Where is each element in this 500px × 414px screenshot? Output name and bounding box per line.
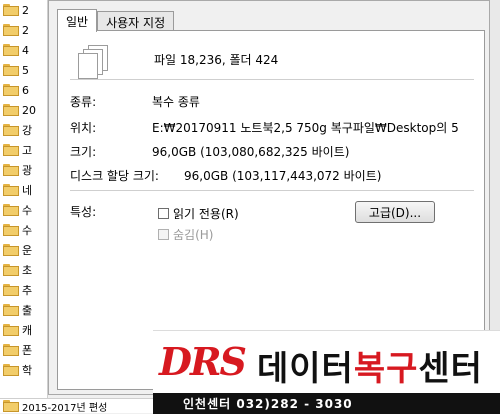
folder-icon <box>3 304 19 316</box>
type-row: 종류: 복수 종류 <box>70 93 200 110</box>
folder-label: 4 <box>22 43 29 57</box>
explorer-folder-item[interactable]: 4 <box>0 40 47 60</box>
explorer-folder-item[interactable]: 강 <box>0 120 47 140</box>
explorer-folder-item[interactable]: 네 <box>0 180 47 200</box>
bottom-file-label: 2015-2017년 편성 <box>22 402 108 414</box>
explorer-folder-item[interactable]: 2 <box>0 20 47 40</box>
explorer-folder-item[interactable]: 수 <box>0 220 47 240</box>
folder-label: 수 <box>22 204 33 217</box>
folder-label: 캐 <box>22 324 33 337</box>
brand-title: 데이터복구센터 <box>257 341 483 390</box>
folder-icon <box>3 84 19 96</box>
explorer-folder-list: 2 2 4 5 6 20 강 고 광 네 수 수 운 초 추 출 캐 폰 학 <box>0 0 48 413</box>
explorer-folder-item[interactable]: 초 <box>0 260 47 280</box>
readonly-checkbox[interactable] <box>158 208 169 219</box>
explorer-folder-item[interactable]: 수 <box>0 200 47 220</box>
disk-size-value: 96,0GB (103,117,443,072 바이트) <box>184 169 382 183</box>
attributes-label: 특성: <box>70 205 97 219</box>
brand-part-data: 데이터 <box>257 349 354 389</box>
brand-part-recovery: 복구 <box>353 349 419 389</box>
folder-label: 강 <box>22 124 33 137</box>
folder-label: 2 <box>22 3 29 17</box>
folder-icon <box>3 324 19 336</box>
size-row: 크기: 96,0GB (103,080,682,325 바이트) <box>70 143 349 160</box>
attributes-row: 특성: <box>70 203 152 220</box>
folder-icon <box>3 244 19 256</box>
file-count-summary: 파일 18,236, 폴더 424 <box>154 53 279 67</box>
location-label: 위치: <box>70 121 97 135</box>
folder-label: 네 <box>22 184 33 197</box>
explorer-folder-item[interactable]: 고 <box>0 140 47 160</box>
folder-icon <box>3 284 19 296</box>
folder-label: 폰 <box>22 344 33 357</box>
explorer-bottom-file[interactable]: 2015-2017년 편성 <box>0 398 160 414</box>
phone-bar: 인천센터 032)282 - 3030 <box>153 393 500 414</box>
folder-label: 수 <box>22 224 33 237</box>
size-label: 크기: <box>70 145 97 159</box>
explorer-folder-item[interactable]: 폰 <box>0 340 47 360</box>
watermark-banner: DRS 데이터복구센터 인천센터 032)282 - 3030 <box>153 330 500 414</box>
folder-icon <box>3 164 19 176</box>
folder-icon <box>3 184 19 196</box>
folder-label: 운 <box>22 244 33 257</box>
explorer-folder-item[interactable]: 출 <box>0 300 47 320</box>
folder-icon <box>3 104 19 116</box>
folder-label: 출 <box>22 304 33 317</box>
folder-label: 5 <box>22 63 29 77</box>
tab-customize[interactable]: 사용자 지정 <box>97 11 175 32</box>
drs-logo: DRS <box>159 339 247 384</box>
advanced-button[interactable]: 고급(D)... <box>355 201 435 223</box>
hidden-checkbox[interactable] <box>158 229 169 240</box>
disk-size-row: 디스크 할당 크기: 96,0GB (103,117,443,072 바이트) <box>70 167 381 184</box>
brand-part-center: 센터 <box>418 349 483 389</box>
folder-label: 추 <box>22 284 33 297</box>
multiple-files-icon <box>76 45 110 81</box>
folder-icon <box>3 344 19 356</box>
folder-icon <box>3 64 19 76</box>
explorer-folder-item[interactable]: 운 <box>0 240 47 260</box>
hidden-label: 숨김(H) <box>173 228 214 242</box>
hidden-checkbox-row[interactable]: 숨김(H) <box>158 226 213 243</box>
readonly-checkbox-row[interactable]: 읽기 전용(R) <box>158 205 239 222</box>
folder-icon <box>3 24 19 36</box>
explorer-folder-item[interactable]: 6 <box>0 80 47 100</box>
explorer-folder-item[interactable]: 광 <box>0 160 47 180</box>
folder-label: 2 <box>22 23 29 37</box>
folder-icon <box>3 4 19 16</box>
location-row: 위치: E:₩20170911 노트북2,5 750g 복구파일₩Desktop의… <box>70 119 459 136</box>
type-label: 종류: <box>70 95 97 109</box>
explorer-folder-item[interactable]: 캐 <box>0 320 47 340</box>
folder-icon <box>3 400 19 412</box>
folder-icon <box>3 364 19 376</box>
type-value: 복수 종류 <box>152 95 200 109</box>
folder-label: 광 <box>22 164 33 177</box>
readonly-label: 읽기 전용(R) <box>173 207 239 221</box>
explorer-folder-item[interactable]: 2 <box>0 0 47 20</box>
folder-icon <box>3 144 19 156</box>
folder-label: 6 <box>22 83 29 97</box>
folder-icon <box>3 124 19 136</box>
tab-general[interactable]: 일반 <box>57 9 98 32</box>
explorer-folder-item[interactable]: 추 <box>0 280 47 300</box>
size-value: 96,0GB (103,080,682,325 바이트) <box>152 145 350 159</box>
folder-label: 초 <box>22 264 33 277</box>
divider <box>70 79 474 80</box>
folder-label: 학 <box>22 364 33 377</box>
dialog-tabs: 일반 사용자 지정 <box>57 9 175 32</box>
folder-label: 20 <box>22 103 36 117</box>
location-value: E:₩20170911 노트북2,5 750g 복구파일₩Desktop의 5 <box>152 121 459 135</box>
folder-icon <box>3 44 19 56</box>
folder-icon <box>3 264 19 276</box>
folder-label: 고 <box>22 144 33 157</box>
folder-icon <box>3 224 19 236</box>
explorer-folder-item[interactable]: 20 <box>0 100 47 120</box>
explorer-folder-item[interactable]: 학 <box>0 360 47 380</box>
explorer-folder-item[interactable]: 5 <box>0 60 47 80</box>
disk-size-label: 디스크 할당 크기: <box>70 169 159 183</box>
folder-icon <box>3 204 19 216</box>
divider <box>70 190 474 191</box>
